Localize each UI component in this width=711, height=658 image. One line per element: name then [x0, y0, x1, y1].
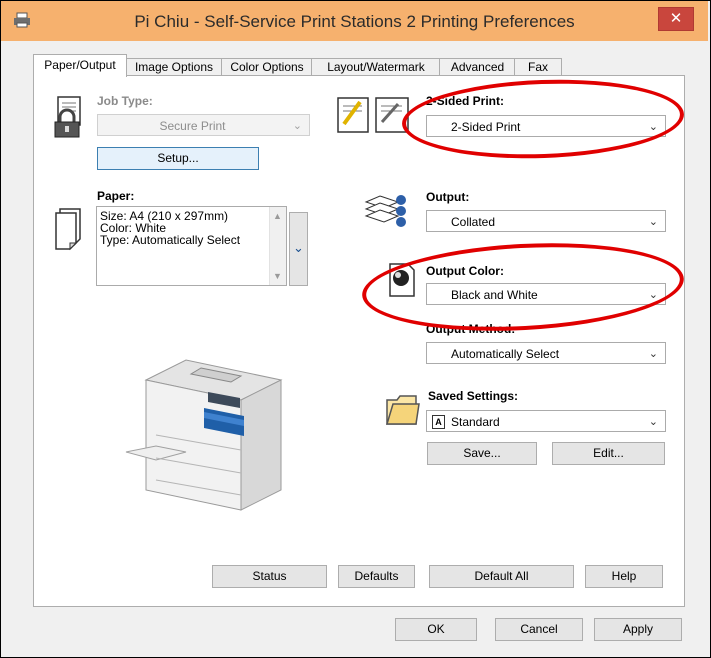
paper-list-scrollbar[interactable]: ▲ ▼ — [269, 207, 286, 285]
multifunction-printer-image — [125, 359, 283, 511]
saved-settings-label: Saved Settings: — [428, 389, 519, 403]
apply-button[interactable]: Apply — [594, 618, 682, 641]
default-all-button[interactable]: Default All — [429, 565, 574, 588]
output-method-label: Output Method: — [426, 322, 516, 336]
job-type-value: Secure Print — [159, 119, 226, 133]
ok-button[interactable]: OK — [395, 618, 477, 641]
two-sided-label: 2-Sided Print: — [426, 94, 505, 108]
save-settings-button[interactable]: Save... — [427, 442, 537, 465]
title-bar: Pi Chiu - Self-Service Print Stations 2 … — [1, 1, 708, 41]
edit-settings-button[interactable]: Edit... — [552, 442, 665, 465]
setup-button[interactable]: Setup... — [97, 147, 259, 170]
two-sided-select[interactable]: 2-Sided Print ⌄ — [426, 115, 666, 137]
output-value: Collated — [451, 215, 496, 229]
scroll-up-icon[interactable]: ▲ — [273, 210, 282, 222]
output-color-value: Black and White — [451, 288, 538, 302]
output-select[interactable]: Collated ⌄ — [426, 210, 666, 232]
chevron-down-icon: ⌄ — [648, 416, 658, 428]
two-sided-value: 2-Sided Print — [451, 120, 521, 134]
cancel-button[interactable]: Cancel — [495, 618, 583, 641]
paper-type-line: Type: Automatically Select — [100, 233, 241, 247]
saved-settings-select[interactable]: A Standard ⌄ — [426, 410, 666, 432]
chevron-down-icon: ⌄ — [293, 240, 304, 255]
chevron-down-icon: ⌄ — [648, 216, 658, 228]
chevron-down-icon: ⌄ — [292, 120, 302, 132]
paper-summary-list: Size: A4 (210 x 297mm) Color: White Type… — [96, 206, 287, 286]
output-color-label: Output Color: — [426, 264, 504, 278]
tab-paper-output[interactable]: Paper/Output — [33, 54, 127, 77]
output-color-select[interactable]: Black and White ⌄ — [426, 283, 666, 305]
status-button[interactable]: Status — [212, 565, 327, 588]
paper-label: Paper: — [97, 189, 135, 203]
job-type-label: Job Type: — [97, 94, 153, 108]
scroll-down-icon[interactable]: ▼ — [273, 270, 282, 282]
output-label: Output: — [426, 190, 470, 204]
output-color-icon — [389, 263, 415, 297]
chevron-down-icon: ⌄ — [648, 348, 658, 360]
help-button[interactable]: Help — [585, 565, 663, 588]
standard-badge-icon: A — [432, 415, 445, 429]
chevron-down-icon: ⌄ — [648, 121, 658, 133]
defaults-button[interactable]: Defaults — [338, 565, 415, 588]
paper-stack-icon — [55, 208, 81, 251]
lock-document-icon — [54, 96, 81, 138]
close-button[interactable]: ✕ — [658, 7, 694, 31]
window-title: Pi Chiu - Self-Service Print Stations 2 … — [134, 12, 575, 31]
chevron-down-icon: ⌄ — [648, 289, 658, 301]
folder-icon — [385, 395, 420, 425]
duplex-pages-icon — [337, 97, 409, 133]
output-method-value: Automatically Select — [451, 347, 560, 361]
collate-icon — [364, 195, 406, 227]
paper-dropdown-button[interactable]: ⌄ — [289, 212, 308, 286]
output-method-select[interactable]: Automatically Select ⌄ — [426, 342, 666, 364]
job-type-select: Secure Print ⌄ — [97, 114, 310, 136]
saved-settings-value: Standard — [451, 415, 500, 429]
